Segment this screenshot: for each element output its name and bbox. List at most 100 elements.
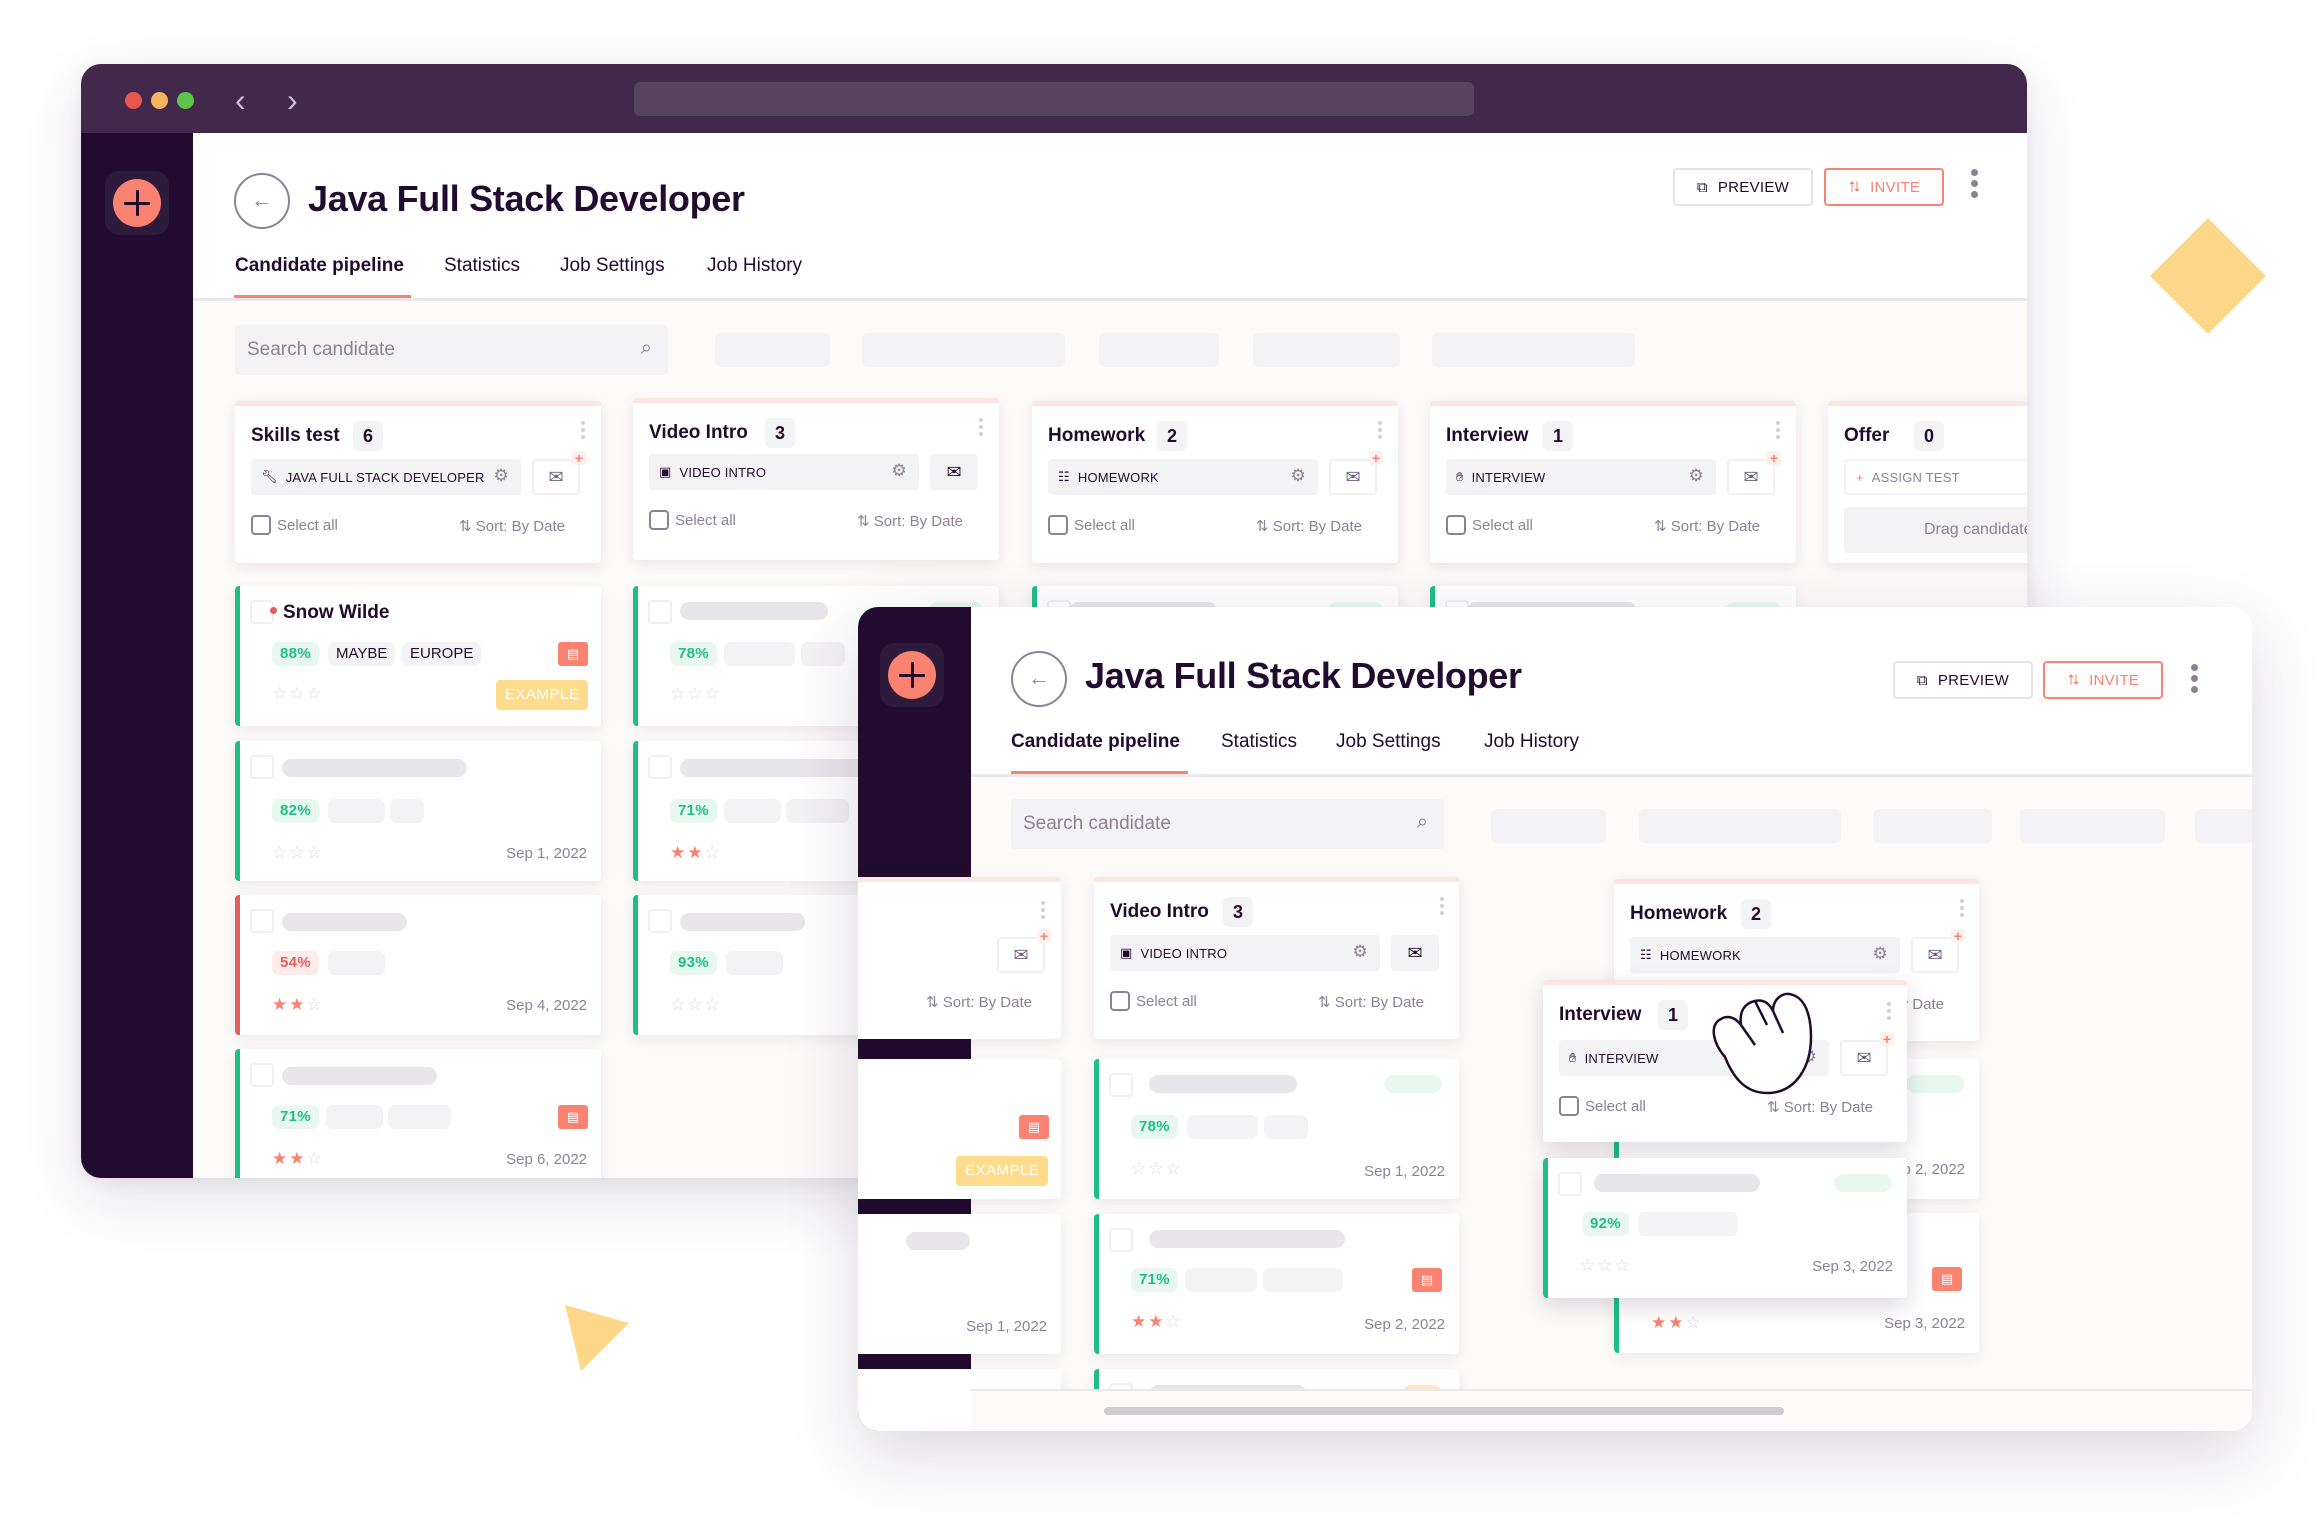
gear-icon[interactable]: ⚙ (1291, 466, 1306, 486)
filter-placeholder[interactable] (1873, 809, 1992, 843)
tab-job-settings[interactable]: Job Settings (1336, 731, 1441, 753)
invite-button[interactable]: ⮁ INVITE (2043, 661, 2163, 699)
chevron-left-icon[interactable]: ‹ (235, 82, 246, 118)
url-bar[interactable] (634, 82, 1474, 116)
rating-stars[interactable]: ★★☆ (272, 995, 324, 1015)
chevron-right-icon[interactable]: › (287, 82, 298, 118)
rating-stars[interactable]: ☆☆☆ (1131, 1159, 1183, 1179)
card-checkbox[interactable] (648, 600, 672, 624)
filter-placeholder[interactable] (1639, 809, 1841, 843)
tab-candidate-pipeline[interactable]: Candidate pipeline (235, 255, 404, 277)
gear-icon[interactable]: ⚙ (1689, 466, 1704, 486)
minimize-dot[interactable] (151, 92, 168, 109)
back-button[interactable]: ← (1011, 651, 1067, 707)
stage-selector[interactable]: ▣ VIDEO INTRO ⚙ (649, 454, 919, 490)
preview-button[interactable]: ⧉ PREVIEW (1893, 661, 2033, 699)
document-icon[interactable]: ▤ (558, 642, 588, 666)
column-menu-icon[interactable] (1887, 1002, 1891, 1023)
filter-placeholder[interactable] (715, 333, 830, 367)
select-all-checkbox[interactable]: Select all (1048, 515, 1135, 535)
select-all-checkbox[interactable]: Select all (1446, 515, 1533, 535)
horizontal-scrollbar[interactable] (1104, 1407, 1784, 1415)
email-button[interactable]: ✉ + (1911, 929, 1965, 973)
document-icon[interactable]: ▤ (1932, 1267, 1962, 1291)
assign-test-button[interactable]: + ASSIGN TEST (1844, 459, 2027, 495)
column-menu-icon[interactable] (1960, 899, 1964, 920)
sort-button[interactable]: ⇅ Sort: By Date (459, 517, 565, 535)
candidate-card[interactable]: Snow Wilde 88% MAYBE EUROPE ▤ ☆☆☆ EXAMPL… (235, 586, 601, 726)
rating-stars[interactable]: ★★☆ (272, 1149, 324, 1169)
filter-placeholder[interactable] (1099, 333, 1219, 367)
email-button[interactable]: ✉ + (1329, 451, 1383, 495)
column-menu-icon[interactable] (979, 418, 983, 439)
filter-placeholder[interactable] (862, 333, 1065, 367)
document-icon[interactable]: ▤ (558, 1105, 588, 1129)
dragged-candidate-card[interactable]: 92% ☆☆☆ Sep 3, 2022 (1543, 1158, 1907, 1298)
document-icon[interactable]: ▤ (1019, 1115, 1049, 1139)
card-checkbox[interactable] (1558, 1172, 1582, 1196)
candidate-card[interactable]: ▤ EXAMPLE (858, 1059, 1061, 1199)
column-menu-icon[interactable] (1041, 901, 1045, 922)
back-button[interactable]: ← (234, 173, 290, 229)
gear-icon[interactable]: ⚙ (494, 466, 509, 486)
tab-statistics[interactable]: Statistics (444, 255, 520, 277)
email-button[interactable]: ✉ + (1840, 1032, 1894, 1076)
sort-button[interactable]: ⇅ Sort: By Date (1654, 517, 1760, 535)
drop-zone[interactable]: Drag candidates (1844, 507, 2027, 553)
invite-button[interactable]: ⮁ INVITE (1824, 168, 1944, 206)
card-checkbox[interactable] (1109, 1073, 1133, 1097)
candidate-card[interactable]: 78% ☆☆☆ Sep 1, 2022 (1094, 1059, 1459, 1199)
select-all-checkbox[interactable]: Select all (251, 515, 338, 535)
maximize-dot[interactable] (177, 92, 194, 109)
rating-stars[interactable]: ★★☆ (670, 843, 722, 863)
candidate-card[interactable]: 54% ★★☆ Sep 4, 2022 (235, 895, 601, 1035)
tab-job-history[interactable]: Job History (707, 255, 802, 277)
filter-placeholder[interactable] (1491, 809, 1606, 843)
rating-stars[interactable]: ★★☆ (1131, 1312, 1183, 1332)
add-button[interactable] (105, 171, 169, 235)
email-button[interactable]: ✉ + (532, 451, 586, 495)
candidate-card[interactable]: 82% ☆☆☆ Sep 1, 2022 (235, 741, 601, 881)
rating-stars[interactable]: ☆☆☆ (272, 684, 324, 704)
candidate-card[interactable]: 71% ▤ ★★☆ Sep 2, 2022 (1094, 1214, 1459, 1354)
more-options-icon[interactable] (1971, 169, 1979, 202)
email-button[interactable]: ✉ (930, 454, 978, 490)
search-input[interactable]: Search candidate ⌕ (235, 325, 668, 375)
sort-button[interactable]: ⇅ Sort: By Date (1256, 517, 1362, 535)
tab-job-history[interactable]: Job History (1484, 731, 1579, 753)
gear-icon[interactable]: ⚙ (1353, 942, 1368, 962)
email-button[interactable]: ✉ (1391, 935, 1439, 971)
card-checkbox[interactable] (1109, 1228, 1133, 1252)
filter-placeholder[interactable] (2020, 809, 2165, 843)
rating-stars[interactable]: ☆☆☆ (670, 684, 722, 704)
email-button[interactable]: ✉ + (1727, 451, 1781, 495)
add-button[interactable] (880, 643, 944, 707)
select-all-checkbox[interactable]: Select all (1110, 991, 1197, 1011)
gear-icon[interactable]: ⚙ (892, 461, 907, 481)
sort-button[interactable]: ⇅ Sort: By Date (1318, 993, 1424, 1011)
card-checkbox[interactable] (648, 755, 672, 779)
filter-placeholder[interactable] (1253, 333, 1400, 367)
rating-stars[interactable]: ★★☆ (1651, 1313, 1703, 1333)
preview-button[interactable]: ⧉ PREVIEW (1673, 168, 1813, 206)
more-options-icon[interactable] (2191, 664, 2199, 697)
tab-job-settings[interactable]: Job Settings (560, 255, 665, 277)
stage-selector[interactable]: ☷ HOMEWORK ⚙ (1630, 937, 1900, 973)
card-checkbox[interactable] (250, 1063, 274, 1087)
email-button[interactable]: ✉ + (997, 929, 1051, 973)
column-menu-icon[interactable] (1440, 897, 1444, 918)
candidate-card[interactable]: 71% ▤ ★★☆ Sep 6, 2022 (235, 1049, 601, 1178)
document-icon[interactable]: ▤ (1412, 1268, 1442, 1292)
stage-selector[interactable]: ▣ VIDEO INTRO ⚙ (1110, 935, 1380, 971)
stage-selector[interactable]: 🔧︎ JAVA FULL STACK DEVELOPER ⚙ (251, 459, 521, 495)
select-all-checkbox[interactable]: Select all (649, 510, 736, 530)
select-all-checkbox[interactable]: Select all (1559, 1096, 1646, 1116)
tab-candidate-pipeline[interactable]: Candidate pipeline (1011, 731, 1180, 753)
card-checkbox[interactable] (250, 909, 274, 933)
filter-placeholder[interactable] (1432, 333, 1635, 367)
stage-selector[interactable]: ✋︎INTERVIEW⚙ (1446, 459, 1716, 495)
filter-placeholder[interactable] (2195, 809, 2252, 843)
card-checkbox[interactable] (648, 909, 672, 933)
sort-button[interactable]: ⇅ Sort: By Date (926, 993, 1032, 1011)
column-menu-icon[interactable] (581, 421, 585, 442)
